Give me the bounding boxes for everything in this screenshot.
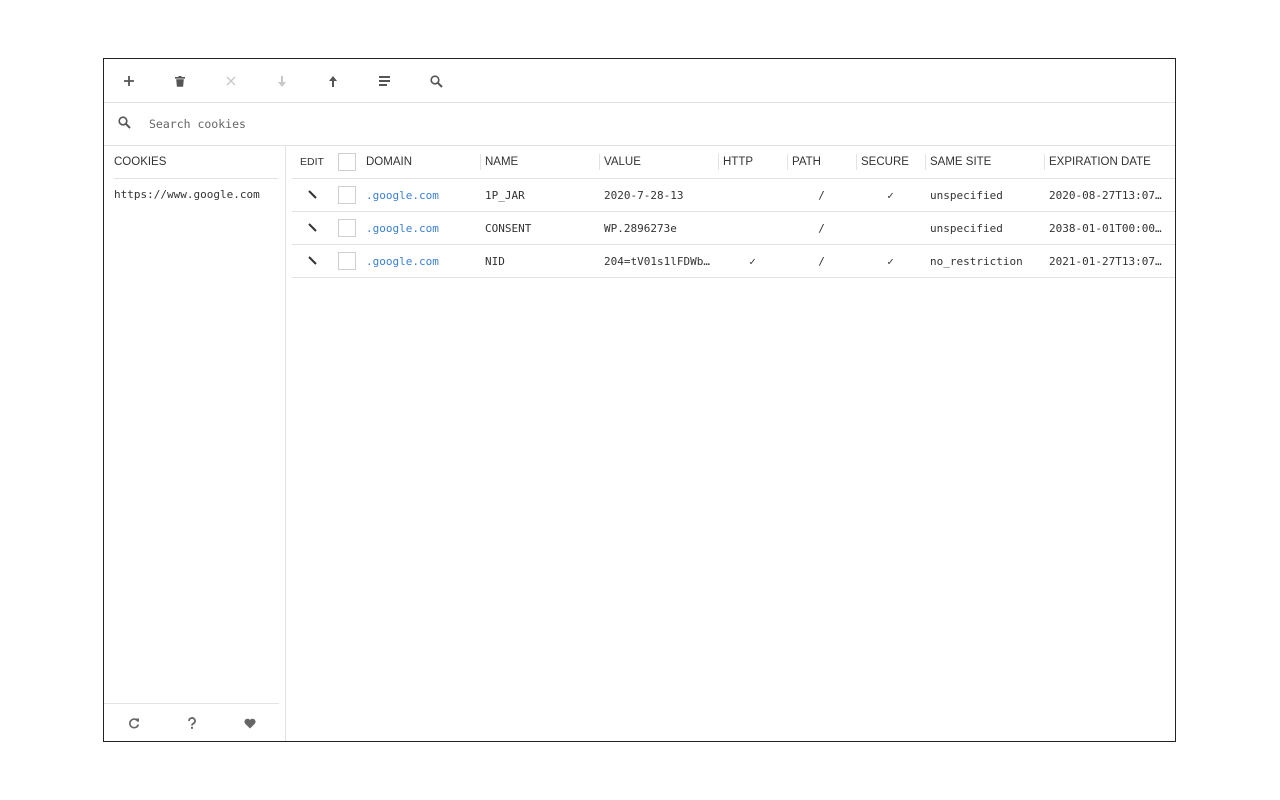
column-header-http[interactable]: HTTP <box>718 146 787 179</box>
pencil-icon[interactable] <box>308 255 317 268</box>
select-all-checkbox[interactable] <box>338 153 356 171</box>
cookie-domain[interactable]: .google.com <box>361 212 480 245</box>
divider <box>104 703 279 704</box>
column-header-expiration[interactable]: EXPIRATION DATE <box>1044 146 1176 179</box>
column-header-domain[interactable]: DOMAIN <box>361 146 480 179</box>
column-header-name[interactable]: NAME <box>480 146 599 179</box>
question-icon <box>187 717 197 729</box>
cookie-path: / <box>787 212 856 245</box>
cookie-secure: ✓ <box>856 179 925 212</box>
list-icon <box>379 76 390 86</box>
column-header-select <box>332 146 361 179</box>
sidebar-footer <box>104 703 285 741</box>
cookie-http <box>718 179 787 212</box>
cookie-secure: ✓ <box>856 245 925 278</box>
refresh-button[interactable] <box>126 715 142 731</box>
column-header-same-site[interactable]: SAME SITE <box>925 146 1044 179</box>
arrow-up-icon <box>328 76 338 87</box>
cookie-value: WP.2896273e <box>599 212 718 245</box>
cookie-expiration: 2020-08-27T13:07… <box>1044 179 1176 212</box>
select-cell <box>332 179 361 212</box>
column-header-value[interactable]: VALUE <box>599 146 718 179</box>
edit-cell <box>292 179 332 212</box>
cookie-same-site: unspecified <box>925 179 1044 212</box>
sidebar: COOKIES https://www.google.com <box>104 146 286 741</box>
column-header-path[interactable]: PATH <box>787 146 856 179</box>
search-icon <box>118 116 131 129</box>
toolbar <box>104 59 1175 103</box>
delete-all-button[interactable] <box>218 70 244 92</box>
edit-cell <box>292 245 332 278</box>
column-header-edit: EDIT <box>292 146 332 179</box>
cookie-domain[interactable]: .google.com <box>361 245 480 278</box>
plus-icon <box>123 75 135 87</box>
cookie-expiration: 2038-01-01T00:00… <box>1044 212 1176 245</box>
cookie-expiration: 2021-01-27T13:07… <box>1044 245 1176 278</box>
help-button[interactable] <box>184 715 200 731</box>
cookie-same-site: no_restriction <box>925 245 1044 278</box>
close-icon <box>226 76 236 86</box>
cookie-path: / <box>787 179 856 212</box>
cookie-table-area: EDIT DOMAIN NAME VALUE HTTP PATH SECURE … <box>292 146 1175 741</box>
cookie-domain[interactable]: .google.com <box>361 179 480 212</box>
cookie-secure <box>856 212 925 245</box>
cookie-manager-window: COOKIES https://www.google.com EDIT <box>103 58 1176 742</box>
cookie-value: 2020-7-28-13 <box>599 179 718 212</box>
sidebar-header: COOKIES <box>114 146 278 179</box>
cookie-http: ✓ <box>718 245 787 278</box>
arrow-down-icon <box>277 76 287 87</box>
pencil-icon[interactable] <box>308 222 317 235</box>
delete-cookie-button[interactable] <box>167 70 193 92</box>
row-checkbox[interactable] <box>338 252 356 270</box>
table-row: .google.com NID 204=tV01s1lFDWbK… ✓ / ✓ … <box>292 245 1176 278</box>
search-cookies-input[interactable] <box>149 114 649 134</box>
menu-button[interactable] <box>371 70 397 92</box>
search-bar <box>104 103 1175 146</box>
row-checkbox[interactable] <box>338 219 356 237</box>
sidebar-item-site[interactable]: https://www.google.com <box>114 188 260 201</box>
select-cell <box>332 212 361 245</box>
cookie-same-site: unspecified <box>925 212 1044 245</box>
edit-cell <box>292 212 332 245</box>
cookie-table: EDIT DOMAIN NAME VALUE HTTP PATH SECURE … <box>292 146 1176 278</box>
cookie-path: / <box>787 245 856 278</box>
cookie-name: 1P_JAR <box>480 179 599 212</box>
donate-button[interactable] <box>242 715 258 731</box>
table-row: .google.com 1P_JAR 2020-7-28-13 / ✓ unsp… <box>292 179 1176 212</box>
column-header-secure[interactable]: SECURE <box>856 146 925 179</box>
table-header-row: EDIT DOMAIN NAME VALUE HTTP PATH SECURE … <box>292 146 1176 179</box>
refresh-icon <box>128 717 140 729</box>
search-button[interactable] <box>423 70 449 92</box>
import-button[interactable] <box>269 70 295 92</box>
trash-icon <box>175 76 185 87</box>
cookie-name: CONSENT <box>480 212 599 245</box>
cookie-name: NID <box>480 245 599 278</box>
pencil-icon[interactable] <box>308 189 317 202</box>
search-icon <box>430 75 443 88</box>
add-cookie-button[interactable] <box>116 70 142 92</box>
export-button[interactable] <box>320 70 346 92</box>
cookie-value: 204=tV01s1lFDWbK… <box>599 245 718 278</box>
table-row: .google.com CONSENT WP.2896273e / unspec… <box>292 212 1176 245</box>
cookie-http <box>718 212 787 245</box>
row-checkbox[interactable] <box>338 186 356 204</box>
heart-icon <box>244 718 256 729</box>
select-cell <box>332 245 361 278</box>
